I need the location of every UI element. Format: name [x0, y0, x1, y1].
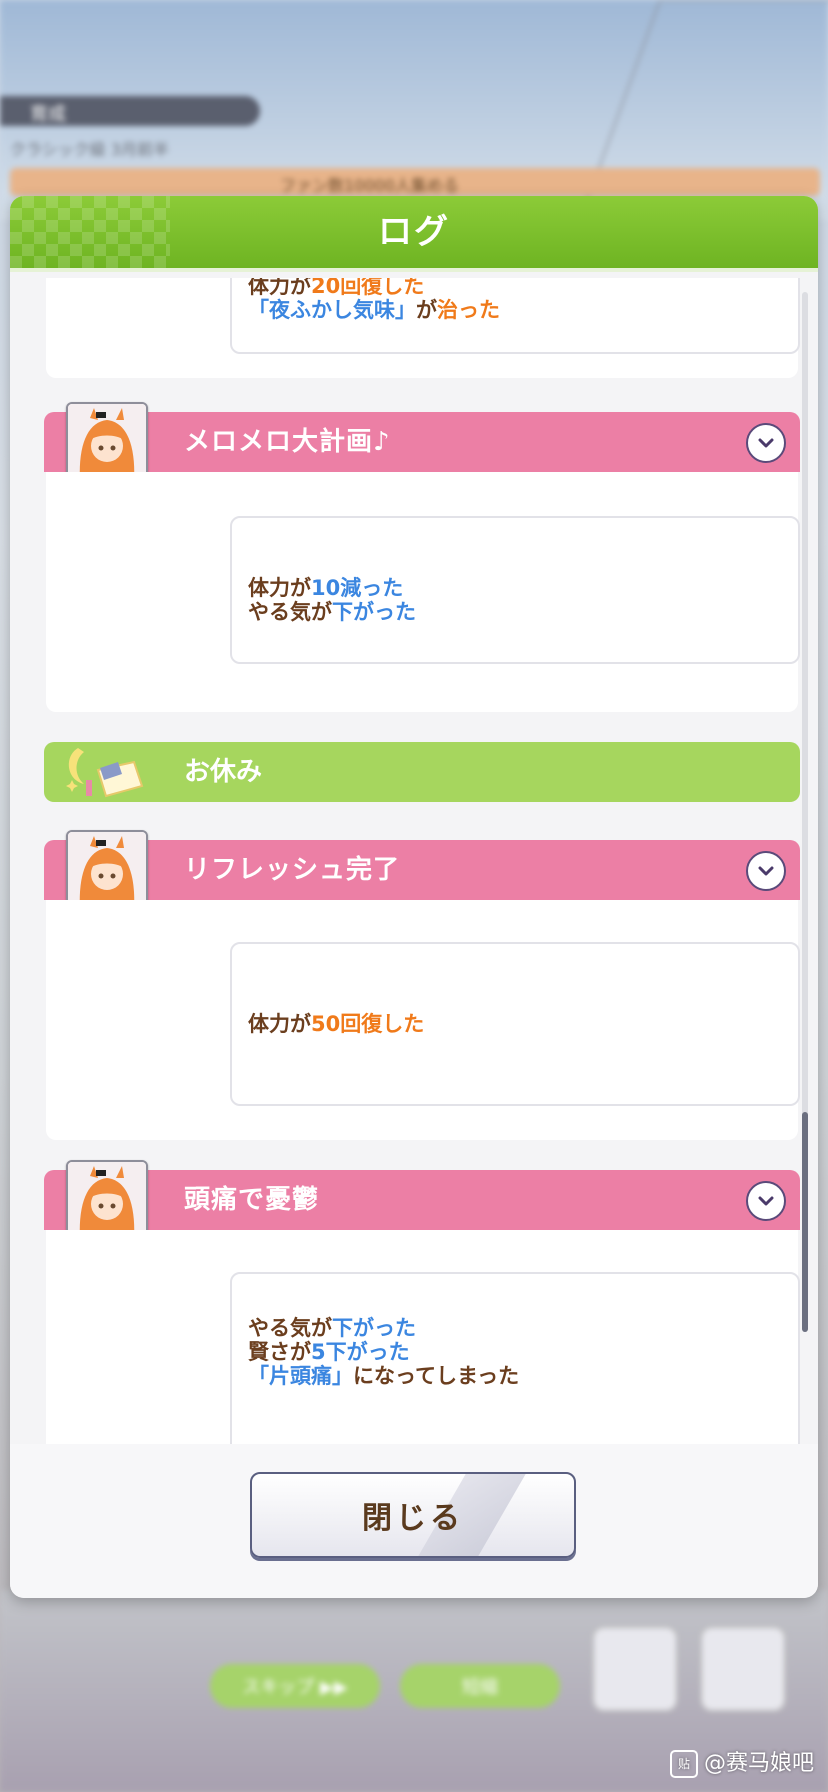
message-line: やる気が下がった	[248, 1316, 416, 1340]
log-list[interactable]: 体力が20回復した 「夜ふかし気味」が治った メロメロ大計画♪ 体力が10減った…	[26, 278, 802, 1444]
tieba-icon: 贴	[669, 1750, 698, 1778]
goal-label: ファン数10000人集める	[280, 176, 459, 195]
log-entry-header[interactable]: メロメロ大計画♪	[44, 412, 800, 472]
message-line: 体力が10減った	[248, 576, 403, 600]
dialog-header: ログ	[10, 196, 818, 268]
log-entry-body: 体力が10減った やる気が下がった	[46, 472, 800, 712]
message-segment: 下がった	[332, 1316, 416, 1340]
message-segment: が	[416, 298, 437, 322]
watermark: 贴 @赛马娘吧	[669, 1745, 814, 1778]
event-title: メロメロ大計画♪	[184, 427, 391, 457]
log-entry-body: やる気が下がった 賢さが5下がった 「片頭痛」になってしまった	[46, 1230, 800, 1444]
log-entry-body: 体力が50回復した	[46, 900, 800, 1140]
event-title: リフレッシュ完了	[184, 855, 401, 885]
chevron-down-icon[interactable]	[746, 851, 786, 891]
shorten-button: 短縮	[400, 1664, 560, 1708]
watermark-text: @赛马娘吧	[703, 1751, 814, 1776]
message-segment: やる気が	[248, 1316, 332, 1340]
character-button	[592, 1626, 678, 1712]
message-segment: 体力が	[248, 278, 311, 298]
close-label: 閉じる	[362, 1501, 464, 1536]
log-entry-header[interactable]: 頭痛で憂鬱	[44, 1170, 800, 1230]
message-line: 「片頭痛」になってしまった	[248, 1364, 519, 1388]
message-line: 体力が20回復した	[248, 278, 424, 298]
menu-button	[700, 1626, 786, 1712]
message-segment: 5下がった	[311, 1340, 410, 1364]
scrollbar[interactable]	[802, 292, 808, 1332]
scroll-thumb[interactable]	[802, 1112, 808, 1332]
message-box: 体力が50回復した	[230, 942, 800, 1106]
message-box: やる気が下がった 賢さが5下がった 「片頭痛」になってしまった	[230, 1272, 800, 1444]
message-segment: 「夜ふかし気味」	[248, 298, 416, 322]
message-segment: 体力が	[248, 1012, 311, 1036]
turn-label: クラシック級 3月前半	[10, 140, 169, 159]
message-segment: やる気が	[248, 600, 332, 624]
message-box: 体力が10減った やる気が下がった	[230, 516, 800, 664]
log-entry: 体力が20回復した 「夜ふかし気味」が治った	[46, 278, 800, 378]
message-segment: 賢さが	[248, 1340, 311, 1364]
dialog-title: ログ	[378, 212, 450, 252]
skip-button: スキップ ▶▶	[210, 1664, 380, 1708]
message-line: 「夜ふかし気味」が治った	[248, 298, 500, 322]
log-dialog: ログ 体力が20回復した 「夜ふかし気味」が治った メロメロ大計画♪ 体力が10…	[10, 196, 818, 1598]
message-segment: になってしまった	[353, 1364, 520, 1388]
rest-moon-icon	[66, 748, 144, 798]
message-line: やる気が下がった	[248, 600, 416, 624]
message-segment: 下がった	[332, 600, 416, 624]
message-segment: 「片頭痛」	[248, 1364, 353, 1388]
message-segment: 治った	[437, 298, 500, 322]
chevron-down-icon[interactable]	[746, 1181, 786, 1221]
message-line: 賢さが5下がった	[248, 1340, 410, 1364]
message-segment: 10減った	[311, 576, 404, 600]
rest-entry: お休み	[44, 742, 800, 802]
event-title: 頭痛で憂鬱	[184, 1185, 320, 1215]
rest-title: お休み	[184, 757, 263, 787]
message-segment: 50回復した	[311, 1012, 425, 1036]
message-segment: 20回復した	[311, 278, 425, 298]
close-button[interactable]: 閉じる	[250, 1472, 576, 1558]
message-segment: 体力が	[248, 576, 311, 600]
mode-label: 育成	[30, 104, 66, 125]
message-box: 体力が20回復した 「夜ふかし気味」が治った	[230, 278, 800, 354]
message-line: 体力が50回復した	[248, 1012, 424, 1036]
log-entry-header[interactable]: リフレッシュ完了	[44, 840, 800, 900]
chevron-down-icon[interactable]	[746, 423, 786, 463]
dialog-footer: 閉じる	[10, 1444, 818, 1598]
header-divider	[10, 268, 818, 272]
